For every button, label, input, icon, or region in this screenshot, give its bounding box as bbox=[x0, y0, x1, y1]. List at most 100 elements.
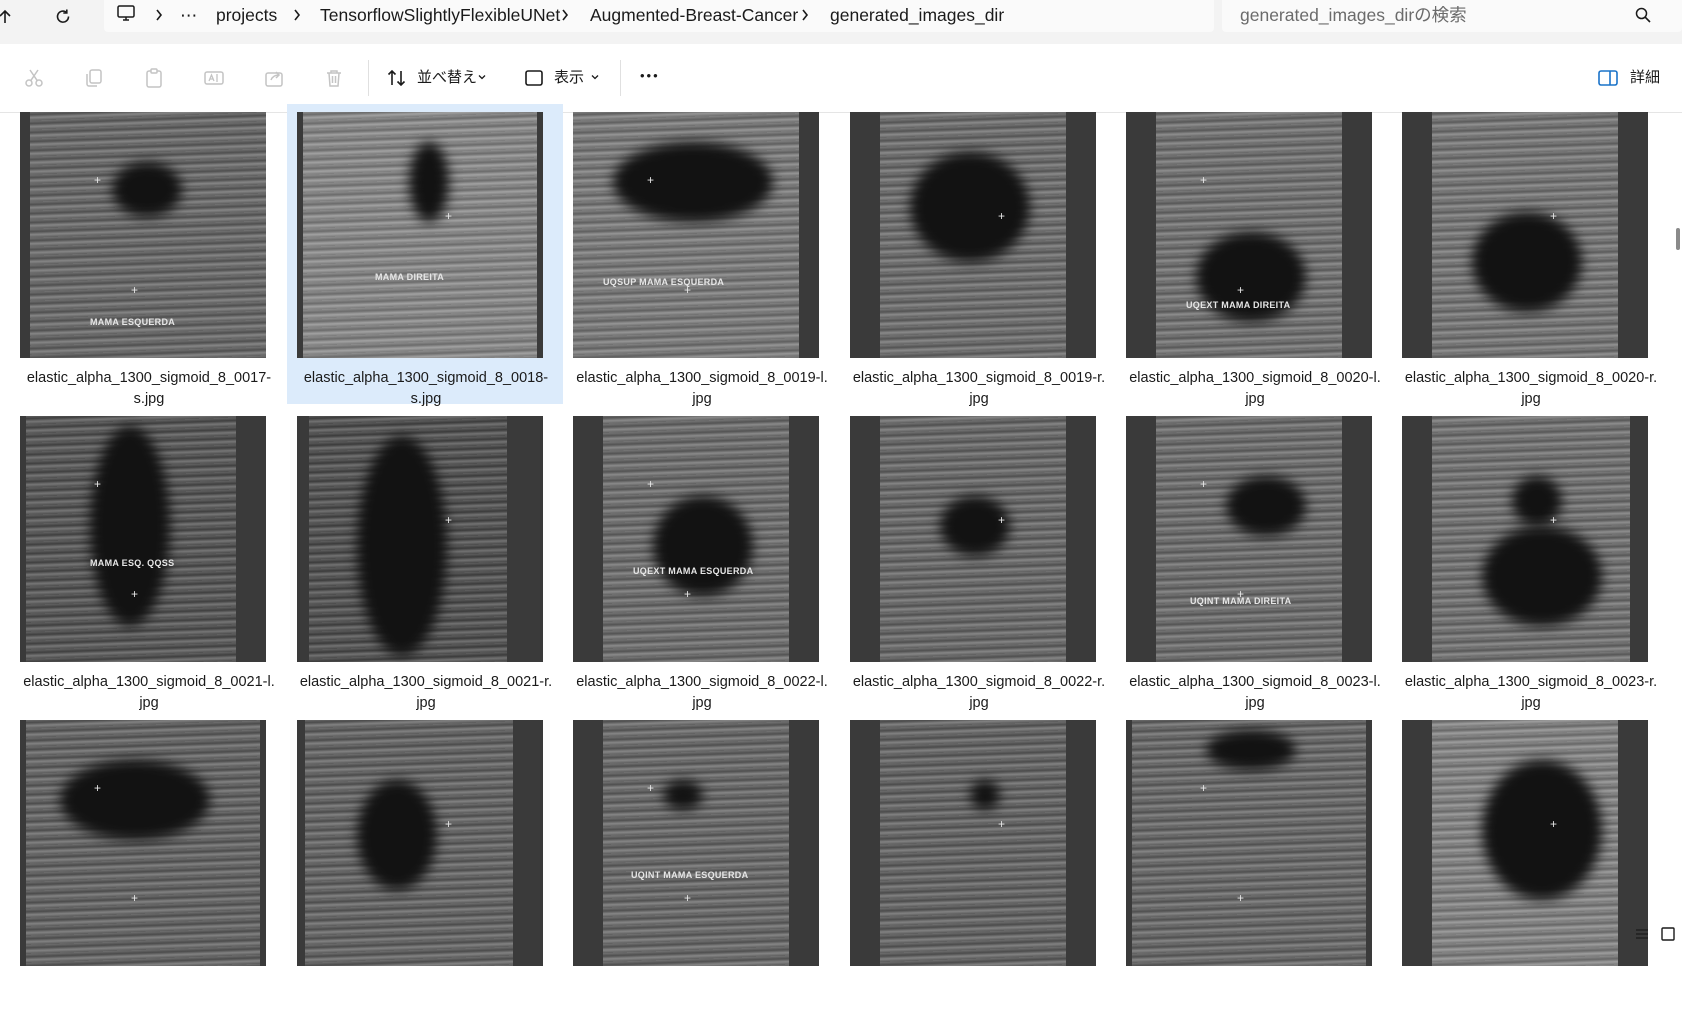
sort-label[interactable]: 並べ替え bbox=[417, 68, 477, 88]
file-item[interactable]: + bbox=[287, 712, 563, 1012]
chevron-down-icon[interactable] bbox=[477, 72, 487, 82]
file-item[interactable]: + MAMA DIREITA elastic_alpha_1300_sigmoid_… bbox=[287, 104, 563, 407]
view-icon bbox=[525, 70, 543, 86]
sort-button[interactable] bbox=[381, 62, 413, 94]
chevron-right-icon bbox=[558, 5, 572, 25]
caliper-mark: + bbox=[131, 283, 139, 297]
caliper-mark: + bbox=[647, 173, 655, 187]
image-thumbnail: + + UQINT MAMA ESQUERDA bbox=[573, 720, 819, 966]
sort-icon bbox=[387, 69, 406, 87]
share-button[interactable] bbox=[258, 62, 290, 94]
delete-button[interactable] bbox=[318, 62, 350, 94]
search-input[interactable]: generated_images_dirの検索 bbox=[1240, 3, 1467, 27]
breadcrumb-overflow[interactable]: ⋯ bbox=[180, 3, 199, 27]
caliper-mark: + bbox=[998, 817, 1006, 831]
image-border bbox=[507, 416, 543, 662]
image-border bbox=[537, 112, 543, 358]
file-item[interactable]: + elastic_alpha_1300_sigmoid_8_0020-r.jpg bbox=[1392, 104, 1668, 407]
lesion-shape bbox=[1482, 526, 1602, 626]
toolbar-divider bbox=[620, 60, 621, 96]
file-item[interactable]: + elastic_alpha_1300_sigmoid_8_0021-r.jpg bbox=[287, 408, 563, 711]
image-border bbox=[236, 416, 266, 662]
image-border bbox=[20, 416, 26, 662]
caliper-mark: + bbox=[647, 781, 655, 795]
file-name: elastic_alpha_1300_sigmoid_8_0020-l.jpg bbox=[1129, 370, 1381, 407]
image-border bbox=[1126, 720, 1132, 966]
this-pc-icon[interactable] bbox=[116, 3, 136, 27]
lesion-shape bbox=[653, 496, 753, 596]
file-name: elastic_alpha_1300_sigmoid_8_0020-r.jpg bbox=[1404, 370, 1658, 407]
details-pane-button[interactable] bbox=[1592, 62, 1624, 94]
breadcrumb[interactable]: ⋯ projects TensorflowSlightlyFlexibleUNe… bbox=[104, 0, 1214, 32]
more-options-button[interactable]: ••• bbox=[640, 66, 660, 86]
thumbnail-label: UQSUP MAMA ESQUERDA bbox=[603, 277, 725, 287]
chevron-down-icon[interactable] bbox=[590, 72, 600, 82]
image-border bbox=[513, 720, 543, 966]
breadcrumb-item-augmented-breast-cancer[interactable]: Augmented-Breast-Cancer bbox=[590, 3, 798, 27]
view-button[interactable] bbox=[518, 62, 550, 94]
file-name: elastic_alpha_1300_sigmoid_8_0019-r.jpg bbox=[852, 370, 1106, 407]
copy-button[interactable] bbox=[78, 62, 110, 94]
file-item[interactable]: + + UQSUP MAMA ESQUERDA elastic_alpha_1300_… bbox=[563, 104, 839, 407]
rename-button[interactable] bbox=[198, 62, 230, 94]
image-border bbox=[1342, 416, 1372, 662]
file-item[interactable]: + + MAMA ESQUERDA elastic_alpha_1300_sigmoi… bbox=[10, 104, 286, 407]
thumbnail-label: MAMA ESQUERDA bbox=[90, 317, 176, 327]
image-border bbox=[260, 720, 266, 966]
paste-button[interactable] bbox=[138, 62, 170, 94]
caliper-mark: + bbox=[94, 781, 102, 795]
thumbnail-label: MAMA DIREITA bbox=[375, 272, 445, 282]
breadcrumb-item-generated-images-dir[interactable]: generated_images_dir bbox=[830, 3, 1004, 27]
trash-icon bbox=[327, 70, 341, 87]
scrollbar[interactable] bbox=[1676, 228, 1680, 250]
file-item[interactable]: + + bbox=[1116, 712, 1392, 1012]
image-border bbox=[297, 720, 305, 966]
refresh-icon bbox=[56, 9, 70, 23]
lesion-shape bbox=[1206, 730, 1296, 770]
file-item[interactable]: + + UQINT MAMA ESQUERDA bbox=[563, 712, 839, 1012]
image-border bbox=[573, 416, 603, 662]
image-border bbox=[1618, 112, 1648, 358]
details-label[interactable]: 詳細 bbox=[1630, 68, 1660, 88]
caliper-mark: + bbox=[1237, 891, 1245, 905]
breadcrumb-item-projects[interactable]: projects bbox=[216, 3, 277, 27]
file-item[interactable]: + + MAMA ESQ. QQSS elastic_alpha_1300_sigmo… bbox=[10, 408, 286, 711]
file-item[interactable]: + bbox=[1392, 712, 1668, 1012]
image-border bbox=[1402, 416, 1432, 662]
file-item[interactable]: + elastic_alpha_1300_sigmoid_8_0022-r.jpg bbox=[840, 408, 1116, 711]
search-icon[interactable] bbox=[1634, 6, 1652, 24]
caliper-mark: + bbox=[445, 513, 453, 527]
image-border bbox=[1630, 416, 1648, 662]
file-item[interactable]: + + bbox=[10, 712, 286, 1012]
image-border bbox=[789, 720, 819, 966]
caliper-mark: + bbox=[998, 513, 1006, 527]
image-thumbnail: + bbox=[1402, 416, 1648, 662]
caliper-mark: + bbox=[445, 817, 453, 831]
file-item[interactable]: + + UQEXT MAMA DIREITA elastic_alpha_1300_s… bbox=[1116, 104, 1392, 407]
image-border bbox=[1066, 416, 1096, 662]
image-thumbnail: + bbox=[850, 720, 1096, 966]
file-item[interactable]: + bbox=[840, 712, 1116, 1012]
refresh-button[interactable] bbox=[46, 4, 80, 30]
thumbnail-label: UQINT MAMA DIREITA bbox=[1190, 596, 1292, 606]
cut-button[interactable] bbox=[18, 62, 50, 94]
image-thumbnail: + + UQEXT MAMA ESQUERDA bbox=[573, 416, 819, 662]
up-arrow-icon[interactable] bbox=[0, 4, 22, 30]
image-thumbnail: + + UQSUP MAMA ESQUERDA bbox=[573, 112, 819, 358]
address-bar: ⋯ projects TensorflowSlightlyFlexibleUNe… bbox=[0, 0, 1682, 44]
caliper-mark: + bbox=[1200, 781, 1208, 795]
share-icon bbox=[265, 71, 283, 87]
file-item[interactable]: + + UQINT MAMA DIREITA elastic_alpha_1300_s… bbox=[1116, 408, 1392, 711]
large-icons-view-icon[interactable] bbox=[1660, 926, 1676, 942]
search-box[interactable]: generated_images_dirの検索 bbox=[1222, 0, 1682, 32]
details-view-icon[interactable] bbox=[1634, 926, 1650, 942]
file-name: elastic_alpha_1300_sigmoid_8_0023-l.jpg bbox=[1129, 674, 1381, 711]
file-item[interactable]: + + UQEXT MAMA ESQUERDA elastic_alpha_1300_… bbox=[563, 408, 839, 711]
file-item[interactable]: + elastic_alpha_1300_sigmoid_8_0023-r.jpg bbox=[1392, 408, 1668, 711]
breadcrumb-item-tensorflowslightlyflexibleunet[interactable]: TensorflowSlightlyFlexibleUNet bbox=[320, 3, 560, 27]
view-label[interactable]: 表示 bbox=[554, 68, 584, 88]
caliper-mark: + bbox=[131, 587, 139, 601]
file-name: elastic_alpha_1300_sigmoid_8_0019-l.jpg bbox=[576, 370, 828, 407]
file-item[interactable]: + elastic_alpha_1300_sigmoid_8_0019-r.jpg bbox=[840, 104, 1116, 407]
lesion-shape bbox=[1482, 760, 1602, 900]
